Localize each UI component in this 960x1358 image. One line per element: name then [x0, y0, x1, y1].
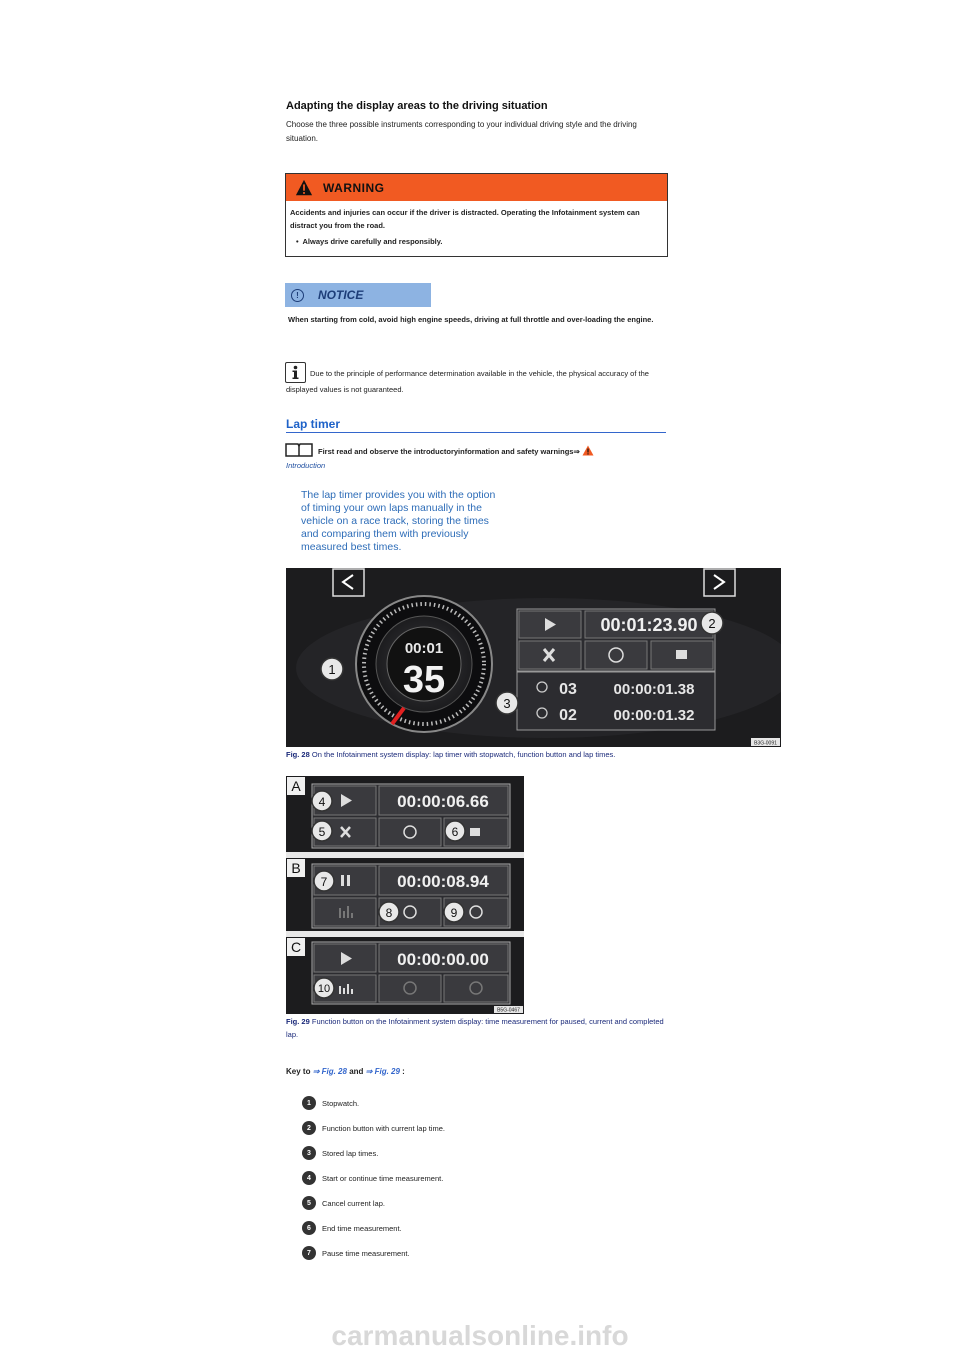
- figure-29-code: B5G-0467: [497, 1008, 520, 1014]
- svg-text:10: 10: [318, 983, 330, 995]
- callout-2: 2: [700, 611, 724, 635]
- panel-b-time: 00:00:08.94: [397, 872, 489, 891]
- lap-row-1-time: 00:00:01.38: [614, 681, 695, 698]
- key-number-badge: 4: [302, 1171, 316, 1185]
- stop-icon[interactable]: [676, 650, 687, 659]
- callout-6: 6: [444, 820, 466, 842]
- key-item-text: End time measurement.: [322, 1223, 402, 1233]
- function-button-states: A 00:00:06.66 B 00:00:08.94 C 00:00:00.0…: [286, 776, 524, 1014]
- figure-28-caption-text: On the Infotainment system display: lap …: [311, 750, 616, 759]
- key-item: 4 Start or continue time measurement.: [302, 1171, 443, 1185]
- lap-timer-intro: The lap timer provides you with the opti…: [301, 489, 496, 553]
- notice-title: NOTICE: [318, 288, 364, 302]
- notice-text: When starting from cold, avoid high engi…: [288, 315, 654, 324]
- lap-row-2-time: 00:00:01.32: [614, 707, 695, 724]
- svg-text:3: 3: [503, 696, 510, 711]
- key-item: 2 Function button with current lap time.: [302, 1121, 445, 1135]
- read-first-text: First read and observe the introductoryi…: [318, 447, 580, 456]
- warning-bullet-text: Always drive carefully and responsibly.: [302, 237, 443, 246]
- svg-text:7: 7: [321, 875, 328, 889]
- callout-1: 1: [320, 657, 344, 681]
- lap-timer-heading: Lap timer: [286, 417, 666, 433]
- figure-29-caption-text: Function button on the Infotainment syst…: [286, 1017, 664, 1039]
- current-lap-time: 00:01:23.90: [600, 615, 697, 635]
- intro-paragraph: Choose the three possible instruments co…: [286, 120, 637, 143]
- svg-text:8: 8: [386, 906, 393, 920]
- warning-small-icon: [582, 445, 594, 456]
- lap-row-2-number: 02: [559, 707, 577, 724]
- warning-triangle-icon: [295, 179, 313, 195]
- callout-7: 7: [313, 870, 335, 892]
- figure-29-caption: Fig. 29 Function button on the Infotainm…: [286, 1015, 671, 1041]
- key-item-text: Stored lap times.: [322, 1148, 379, 1158]
- svg-text:2: 2: [708, 616, 715, 631]
- key-item-text: Cancel current lap.: [322, 1198, 385, 1208]
- warning-bullet: • Always drive carefully and responsibly…: [296, 237, 443, 246]
- read-first-note: First read and observe the introductoryi…: [318, 445, 594, 456]
- callout-9: 9: [443, 901, 465, 923]
- panel-a-letter: A: [291, 778, 301, 794]
- section-title: Adapting the display areas to the drivin…: [286, 100, 548, 112]
- panel-c-time: 00:00:00.00: [397, 950, 489, 969]
- notice-exclamation-icon: !: [291, 288, 304, 302]
- figure-28-code: B3G-0091: [754, 741, 777, 747]
- fig-29-ref-link[interactable]: ⇒ Fig. 29: [366, 1067, 400, 1076]
- callout-8: 8: [378, 901, 400, 923]
- open-book-icon: [285, 443, 313, 457]
- key-prefix: Key to: [286, 1067, 311, 1076]
- key-item: 7 Pause time measurement.: [302, 1246, 410, 1260]
- key-heading: Key to ⇒ Fig. 28 and ⇒ Fig. 29 :: [286, 1067, 405, 1076]
- key-number-badge: 5: [302, 1196, 316, 1210]
- svg-text:1: 1: [328, 662, 335, 677]
- key-item-text: Pause time measurement.: [322, 1248, 410, 1258]
- key-item-text: Stopwatch.: [322, 1098, 360, 1108]
- warning-box: WARNING Accidents and injuries can occur…: [285, 173, 668, 257]
- figure-28-image: 00:01 35 00:01:23.90 03 00:00:01.38 02 0…: [286, 568, 781, 747]
- fig-28-ref-link[interactable]: ⇒ Fig. 28: [313, 1067, 347, 1076]
- stopwatch-big-time: 35: [403, 659, 445, 701]
- key-item: 1 Stopwatch.: [302, 1096, 359, 1110]
- notice-header: ! NOTICE: [285, 283, 431, 307]
- key-item-text: Start or continue time measurement.: [322, 1173, 444, 1183]
- svg-text:9: 9: [451, 906, 458, 920]
- figure-28-caption: Fig. 28 On the Infotainment system displ…: [286, 748, 786, 761]
- callout-10: 10: [313, 977, 335, 999]
- key-number-badge: 6: [302, 1221, 316, 1235]
- callout-4: 4: [311, 790, 333, 812]
- panel-b: B 00:00:08.94: [287, 859, 511, 929]
- stopwatch-small-time: 00:01: [405, 640, 443, 657]
- key-number-badge: 2: [302, 1121, 316, 1135]
- key-item: 5 Cancel current lap.: [302, 1196, 385, 1210]
- figure-29-label: Fig. 29: [286, 1017, 310, 1026]
- warning-title: WARNING: [323, 180, 385, 195]
- watermark: carmanualsonline.info: [331, 1320, 629, 1351]
- figure-29-image: A 00:00:06.66 B 00:00:08.94 C 00:00:00.0…: [286, 776, 524, 1014]
- panel-b-letter: B: [291, 860, 300, 876]
- callout-3: 3: [495, 691, 519, 715]
- svg-text:6: 6: [452, 825, 459, 839]
- warning-text: Accidents and injuries can occur if the …: [290, 208, 640, 230]
- key-number-badge: 3: [302, 1146, 316, 1160]
- panel-a-time: 00:00:06.66: [397, 792, 489, 811]
- svg-text:4: 4: [319, 795, 326, 809]
- key-item-text: Function button with current lap time.: [322, 1123, 445, 1133]
- key-and: and: [349, 1067, 364, 1076]
- callout-5: 5: [311, 820, 333, 842]
- warning-header: WARNING: [286, 174, 667, 201]
- info-note: Due to the principle of performance dete…: [286, 369, 649, 394]
- figure-28-label: Fig. 28: [286, 750, 310, 759]
- lap-timer-display: 00:01 35 00:01:23.90 03 00:00:01.38 02 0…: [286, 568, 781, 747]
- key-item: 3 Stored lap times.: [302, 1146, 378, 1160]
- key-item: 6 End time measurement.: [302, 1221, 402, 1235]
- svg-text:5: 5: [319, 825, 326, 839]
- key-number-badge: 7: [302, 1246, 316, 1260]
- key-suffix: :: [402, 1067, 405, 1076]
- key-number-badge: 1: [302, 1096, 316, 1110]
- panel-c-letter: C: [291, 939, 301, 955]
- lap-row-1-number: 03: [559, 681, 577, 698]
- introduction-link[interactable]: Introduction: [286, 461, 325, 470]
